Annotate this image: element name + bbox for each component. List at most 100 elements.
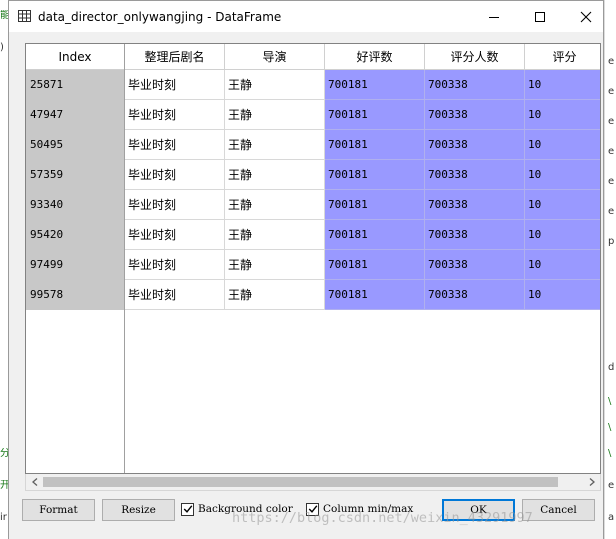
ok-button[interactable]: OK xyxy=(442,499,515,521)
index-column: Index 25871 47947 50495 57359 93340 95420 9749… xyxy=(26,44,125,473)
table-cell[interactable]: 700338 xyxy=(425,160,525,190)
table-cell[interactable]: 10 xyxy=(525,160,600,190)
table-cell[interactable]: 毕业时刻 xyxy=(125,160,225,190)
format-button[interactable]: Format xyxy=(22,499,95,521)
bg-left-mark: 开 xyxy=(0,480,8,491)
bg-right-mark: \ xyxy=(608,448,612,459)
title-bar[interactable]: data_director_onlywangjing - DataFrame xyxy=(9,1,603,32)
bg-right-mark: e xyxy=(608,116,615,127)
table-cell[interactable]: 700181 xyxy=(325,220,425,250)
table-cell[interactable]: 10 xyxy=(525,220,600,250)
bg-right-mark: e xyxy=(608,480,615,491)
table-cell[interactable]: 王静 xyxy=(225,100,325,130)
index-cell[interactable]: 50495 xyxy=(26,130,124,160)
table-cell[interactable]: 700338 xyxy=(425,100,525,130)
table-cell[interactable]: 王静 xyxy=(225,280,325,310)
cancel-button[interactable]: Cancel xyxy=(522,499,595,521)
table-cell[interactable]: 700338 xyxy=(425,220,525,250)
column-header[interactable]: 导演 xyxy=(225,44,325,70)
table-icon xyxy=(18,10,31,22)
table-cell[interactable]: 10 xyxy=(525,130,600,160)
minimize-button[interactable] xyxy=(471,1,517,32)
table-cell[interactable]: 毕业时刻 xyxy=(125,280,225,310)
bg-right-mark xyxy=(608,326,616,338)
index-cell[interactable]: 57359 xyxy=(26,160,124,190)
table-cell[interactable]: 毕业时刻 xyxy=(125,130,225,160)
index-cell[interactable]: 99578 xyxy=(26,280,124,310)
dataframe-grid[interactable]: Index 25871 47947 50495 57359 93340 95420 9749… xyxy=(25,43,601,474)
bg-right-mark: a xyxy=(608,512,615,523)
table-cell[interactable]: 700181 xyxy=(325,130,425,160)
scroll-left-button[interactable] xyxy=(26,474,43,490)
index-cell[interactable]: 93340 xyxy=(26,190,124,220)
minimize-icon xyxy=(489,16,499,18)
table-cell[interactable]: 王静 xyxy=(225,160,325,190)
table-cell[interactable]: 10 xyxy=(525,70,600,100)
column-header[interactable]: 评分 xyxy=(525,44,600,70)
index-cell[interactable]: 97499 xyxy=(26,250,124,280)
background-editor-left: 能 ) 分 开 ir xyxy=(0,0,8,539)
column-minmax-checkbox[interactable]: Column min/max xyxy=(306,501,413,517)
index-cell[interactable]: 95420 xyxy=(26,220,124,250)
table-cell[interactable]: 王静 xyxy=(225,70,325,100)
table-cell[interactable]: 毕业时刻 xyxy=(125,100,225,130)
table-cell[interactable]: 10 xyxy=(525,280,600,310)
table-cell[interactable]: 700181 xyxy=(325,160,425,190)
table-cell[interactable]: 毕业时刻 xyxy=(125,70,225,100)
scrollbar-thumb[interactable] xyxy=(43,477,558,487)
index-cell[interactable]: 25871 xyxy=(26,70,124,100)
column-headers: 整理后剧名 导演 好评数 评分人数 评分 xyxy=(125,44,600,70)
bg-right-mark: e xyxy=(608,56,615,67)
checkbox-box[interactable] xyxy=(306,502,319,516)
background-color-checkbox[interactable]: Background color xyxy=(181,501,293,517)
table-cell[interactable]: 10 xyxy=(525,250,600,280)
table-cell[interactable]: 700181 xyxy=(325,100,425,130)
table-cell[interactable]: 毕业时刻 xyxy=(125,250,225,280)
close-icon xyxy=(580,11,592,22)
checkmark-icon xyxy=(308,505,317,513)
bg-right-mark: p xyxy=(608,236,615,247)
bg-left-mark: 能 xyxy=(0,10,8,21)
maximize-button[interactable] xyxy=(517,1,563,32)
table-cell[interactable]: 700181 xyxy=(325,70,425,100)
table-cell[interactable]: 700181 xyxy=(325,250,425,280)
bg-right-mark: \ xyxy=(608,396,612,407)
checkbox-box[interactable] xyxy=(181,502,194,516)
table-cell[interactable]: 700338 xyxy=(425,280,525,310)
table-cell[interactable]: 王静 xyxy=(225,250,325,280)
column-header[interactable]: 整理后剧名 xyxy=(125,44,225,70)
background-editor-right: e e e e e e p d \ \ \ e a xyxy=(604,0,616,539)
table-cell[interactable]: 700338 xyxy=(425,70,525,100)
close-button[interactable] xyxy=(563,1,609,32)
table-cell[interactable]: 10 xyxy=(525,190,600,220)
column-header[interactable]: 好评数 xyxy=(325,44,425,70)
table-cell[interactable]: 毕业时刻 xyxy=(125,220,225,250)
table-cell[interactable]: 700338 xyxy=(425,130,525,160)
bg-right-mark: e xyxy=(608,206,615,217)
checkmark-icon xyxy=(183,505,192,513)
table-cell[interactable]: 毕业时刻 xyxy=(125,190,225,220)
bg-right-mark: e xyxy=(608,176,615,187)
bg-right-mark: e xyxy=(608,86,615,97)
table-cell[interactable]: 700338 xyxy=(425,250,525,280)
chevron-left-icon xyxy=(31,478,37,486)
chevron-right-icon xyxy=(589,478,595,486)
table-cell[interactable]: 700181 xyxy=(325,280,425,310)
table-cell[interactable]: 王静 xyxy=(225,220,325,250)
table-cell[interactable]: 10 xyxy=(525,100,600,130)
table-cell[interactable]: 王静 xyxy=(225,130,325,160)
scroll-right-button[interactable] xyxy=(583,474,600,490)
dataframe-window: data_director_onlywangjing - DataFrame I… xyxy=(8,0,604,539)
index-cells: 25871 47947 50495 57359 93340 95420 97499 99578 xyxy=(26,70,124,310)
index-cell[interactable]: 47947 xyxy=(26,100,124,130)
resize-button[interactable]: Resize xyxy=(102,499,175,521)
column-header[interactable]: 评分人数 xyxy=(425,44,525,70)
table-cell[interactable]: 700181 xyxy=(325,190,425,220)
column-minmax-label: Column min/max xyxy=(323,503,414,515)
maximize-icon xyxy=(535,11,545,22)
horizontal-scrollbar[interactable] xyxy=(25,474,601,491)
background-color-label: Background color xyxy=(198,503,293,515)
index-header[interactable]: Index xyxy=(26,44,124,70)
table-cell[interactable]: 王静 xyxy=(225,190,325,220)
table-cell[interactable]: 700338 xyxy=(425,190,525,220)
